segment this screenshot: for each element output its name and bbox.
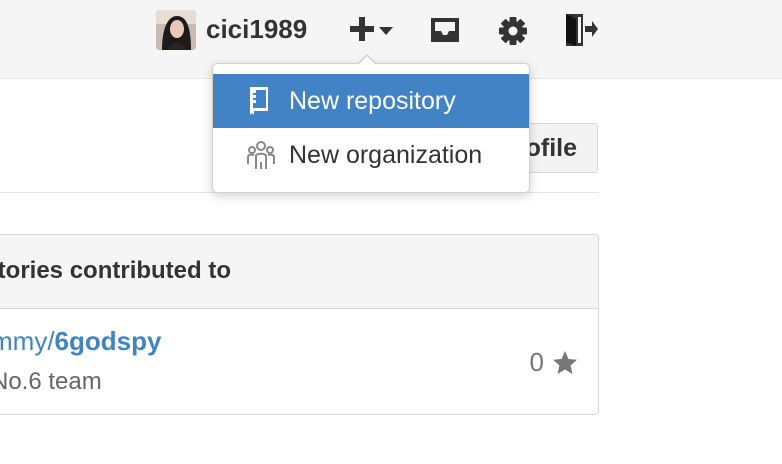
repo-icon	[247, 86, 271, 123]
repo-description: No.6 team	[0, 368, 102, 395]
plus-icon[interactable]	[349, 16, 375, 42]
box-header: itories contributed to	[0, 235, 598, 309]
repo-owner[interactable]: mmy/	[0, 326, 55, 356]
repo-link[interactable]: mmy/6godspy	[0, 326, 161, 357]
contributions-box: itories contributed to mmy/6godspy No.6 …	[0, 234, 599, 415]
star-icon	[553, 350, 577, 374]
new-organization-label: New organization	[289, 140, 483, 169]
gear-icon[interactable]	[498, 16, 528, 46]
star-count-value: 0	[529, 347, 544, 377]
star-count: 0	[530, 347, 578, 378]
new-organization-item[interactable]: New organization	[213, 128, 529, 182]
avatar[interactable]	[156, 10, 196, 50]
edit-profile-label: ofile	[525, 133, 577, 162]
organization-icon	[247, 140, 275, 177]
dropdown-caret-fill	[358, 56, 376, 65]
new-repository-item[interactable]: New repository	[213, 74, 529, 128]
inbox-icon[interactable]	[428, 16, 462, 44]
create-new-dropdown: New repository New organization	[212, 63, 530, 193]
chevron-down-icon[interactable]	[378, 26, 394, 36]
repo-name[interactable]: 6godspy	[55, 326, 162, 356]
box-title: itories contributed to	[0, 257, 231, 284]
username[interactable]: cici1989	[206, 14, 307, 45]
new-repository-label: New repository	[289, 86, 456, 115]
sign-out-icon[interactable]	[563, 12, 599, 48]
